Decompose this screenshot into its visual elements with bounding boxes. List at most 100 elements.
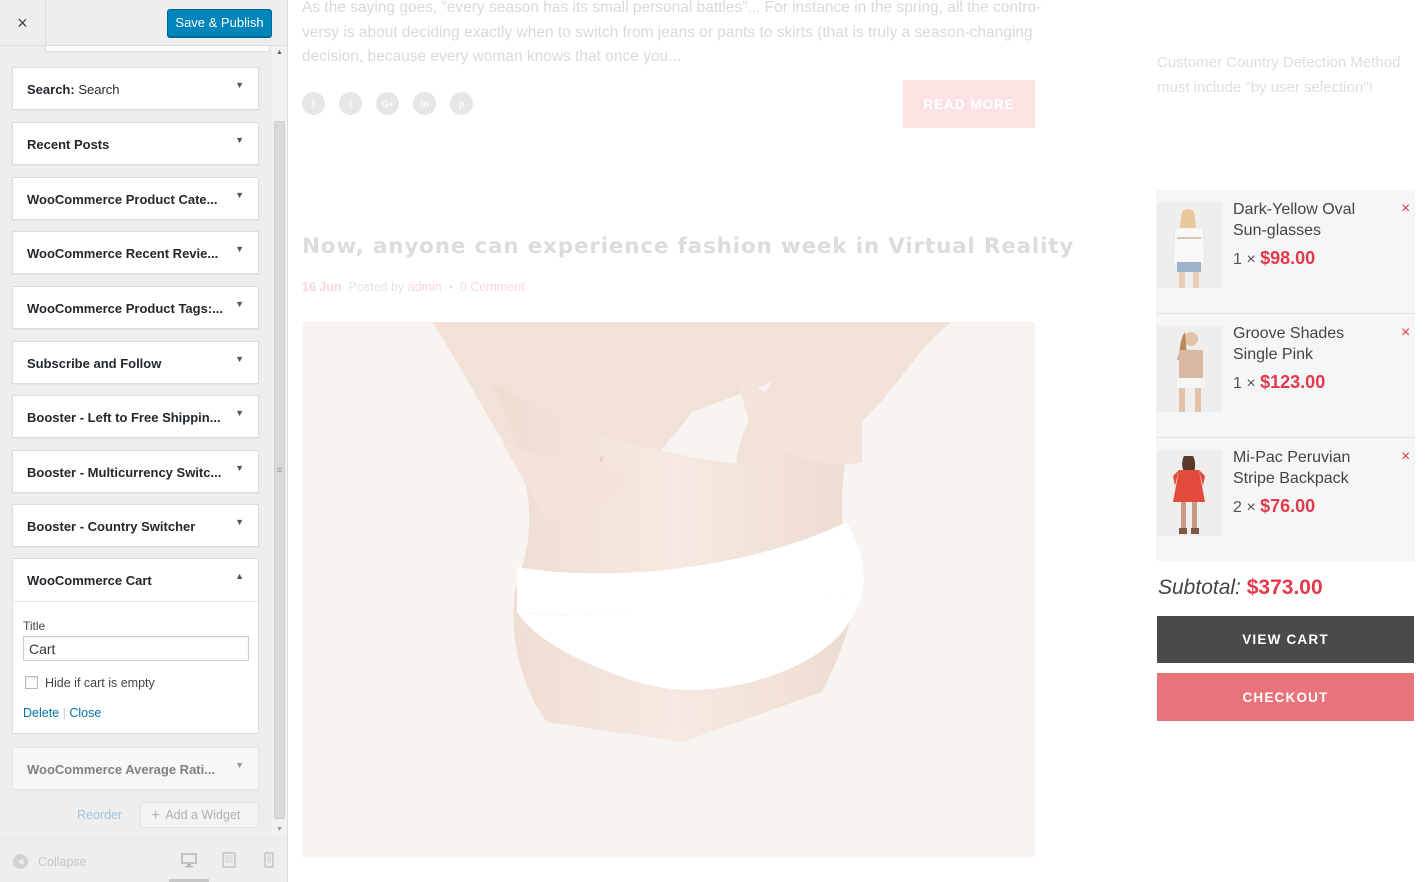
- collapse-arrow-icon: ◀: [13, 854, 28, 869]
- expand-arrow-icon[interactable]: ▼: [235, 190, 244, 200]
- product-thumbnail[interactable]: [1157, 202, 1222, 288]
- reorder-link[interactable]: Reorder: [77, 808, 122, 822]
- post-excerpt: As the saying goes, “every season has it…: [302, 0, 1042, 65]
- product-thumbnail[interactable]: [1157, 326, 1222, 412]
- facebook-icon[interactable]: f: [302, 92, 325, 115]
- product-price: $76.00: [1260, 496, 1316, 516]
- expand-arrow-icon[interactable]: ▼: [235, 135, 244, 145]
- add-widget-label: Add a Widget: [165, 808, 241, 822]
- add-widget-button[interactable]: + Add a Widget: [140, 802, 259, 828]
- widget-actions: Delete | Close: [23, 706, 101, 720]
- post-featured-image[interactable]: [302, 322, 1035, 857]
- actions-separator: |: [62, 706, 66, 720]
- product-price: $123.00: [1260, 372, 1326, 392]
- remove-item-icon[interactable]: ×: [1401, 448, 1410, 466]
- checkout-button[interactable]: CHECKOUT: [1157, 673, 1414, 721]
- widget-title: WooCommerce Average Rati...: [27, 762, 216, 777]
- close-link[interactable]: Close: [69, 706, 101, 720]
- panel-top-edge: [45, 46, 270, 52]
- widget-title: Subscribe and Follow: [27, 356, 162, 371]
- model-photo: [302, 322, 1035, 857]
- widget-product-categories[interactable]: WooCommerce Product Cate... ▼: [12, 177, 259, 220]
- expand-arrow-icon[interactable]: ▼: [235, 244, 244, 254]
- tablet-preview-icon[interactable]: [221, 852, 237, 868]
- widget-recent-posts[interactable]: Recent Posts ▼: [12, 122, 259, 165]
- widget-multicurrency[interactable]: Booster - Multicurrency Switc... ▼: [12, 450, 259, 493]
- expand-arrow-icon[interactable]: ▼: [235, 80, 244, 90]
- product-name[interactable]: Groove Shades Single Pink: [1233, 323, 1393, 365]
- widget-product-tags[interactable]: WooCommerce Product Tags:... ▼: [12, 286, 259, 329]
- hide-if-empty-label[interactable]: Hide if cart is empty: [45, 676, 155, 690]
- cart-subtotal: Subtotal: $373.00: [1158, 576, 1323, 600]
- quantity: 1 ×: [1233, 375, 1256, 392]
- pinterest-icon[interactable]: p: [450, 92, 473, 115]
- widget-title: WooCommerce Cart: [27, 573, 152, 588]
- twitter-icon[interactable]: t: [339, 92, 362, 115]
- customizer-header: × Save & Publish: [0, 0, 287, 46]
- close-icon[interactable]: ×: [0, 0, 46, 46]
- google-plus-icon[interactable]: G+: [376, 92, 399, 115]
- widget-title: Booster - Left to Free Shippin...: [27, 410, 221, 425]
- expand-arrow-icon[interactable]: ▼: [235, 408, 244, 418]
- widget-header[interactable]: WooCommerce Cart ▲: [13, 559, 258, 602]
- comments-link[interactable]: 0 Comment: [460, 280, 525, 294]
- widgets-panel: Search: Search ▼ Recent Posts ▼ WooComme…: [0, 46, 287, 836]
- read-more-button[interactable]: READ MORE: [903, 80, 1035, 128]
- cart-item: Groove Shades Single Pink 1 × $123.00 ×: [1156, 314, 1415, 438]
- product-name[interactable]: Mi-Pac Peruvian Stripe Backpack: [1233, 447, 1393, 489]
- author-link[interactable]: admin: [408, 280, 442, 294]
- product-quantity-price: 1 × $98.00: [1233, 248, 1315, 269]
- cart-item: Mi-Pac Peruvian Stripe Backpack 2 × $76.…: [1156, 438, 1415, 562]
- collapse-arrow-icon[interactable]: ▲: [235, 571, 244, 581]
- product-quantity-price: 1 × $123.00: [1233, 372, 1325, 393]
- linkedin-icon[interactable]: in: [413, 92, 436, 115]
- save-publish-button[interactable]: Save & Publish: [167, 9, 272, 37]
- product-thumbnail[interactable]: [1157, 450, 1222, 536]
- scrollbar-thumb[interactable]: ≡: [274, 121, 285, 819]
- widget-search[interactable]: Search: Search ▼: [12, 67, 259, 110]
- hide-if-empty-checkbox[interactable]: [25, 676, 38, 689]
- scroll-down-arrow-icon[interactable]: ▼: [272, 826, 287, 833]
- customizer-sidebar: × Save & Publish Search: Search ▼ Recent…: [0, 0, 288, 882]
- quantity: 2 ×: [1233, 499, 1256, 516]
- title-field-label: Title: [23, 619, 46, 633]
- remove-item-icon[interactable]: ×: [1401, 200, 1410, 218]
- widget-free-shipping[interactable]: Booster - Left to Free Shippin... ▼: [12, 395, 259, 438]
- collapse-button[interactable]: ◀ Collapse: [13, 854, 87, 869]
- product-price: $98.00: [1260, 248, 1316, 268]
- grip-icon: ≡: [276, 465, 283, 475]
- product-name[interactable]: Dark-Yellow Oval Sun-glasses: [1233, 199, 1393, 241]
- widget-title: WooCommerce Product Tags:...: [27, 301, 223, 316]
- expand-arrow-icon[interactable]: ▼: [235, 299, 244, 309]
- country-detection-notice: Customer Country Detection Method must i…: [1157, 54, 1401, 96]
- widget-average-rating[interactable]: WooCommerce Average Rati... ▼: [12, 747, 259, 790]
- widget-title: Booster - Multicurrency Switc...: [27, 465, 222, 480]
- subtotal-value: $373.00: [1246, 576, 1323, 599]
- scroll-up-arrow-icon[interactable]: ▲: [272, 49, 287, 56]
- product-quantity-price: 2 × $76.00: [1233, 496, 1315, 517]
- panel-scrollbar[interactable]: ▲ ≡ ▼: [272, 46, 287, 836]
- remove-item-icon[interactable]: ×: [1401, 324, 1410, 342]
- social-share-icons: f t G+ in p: [302, 92, 473, 115]
- desktop-preview-icon[interactable]: [181, 852, 197, 868]
- plus-icon: +: [151, 807, 161, 824]
- expand-arrow-icon[interactable]: ▼: [235, 354, 244, 364]
- product-photo: [1157, 450, 1222, 536]
- product-photo: [1157, 202, 1222, 288]
- expand-arrow-icon[interactable]: ▼: [235, 517, 244, 527]
- widget-recent-reviews[interactable]: WooCommerce Recent Revie... ▼: [12, 231, 259, 274]
- expand-arrow-icon[interactable]: ▼: [235, 463, 244, 473]
- mobile-preview-icon[interactable]: [261, 852, 277, 868]
- expand-arrow-icon[interactable]: ▼: [235, 760, 244, 770]
- view-cart-button[interactable]: VIEW CART: [1157, 616, 1414, 663]
- widget-subscribe-follow[interactable]: Subscribe and Follow ▼: [12, 341, 259, 384]
- post-title[interactable]: Now, anyone can experience fashion week …: [302, 234, 1074, 259]
- widget-title: WooCommerce Recent Revie...: [27, 246, 219, 261]
- title-input[interactable]: [23, 636, 249, 661]
- subtotal-label: Subtotal:: [1158, 576, 1241, 599]
- widget-country-switcher[interactable]: Booster - Country Switcher ▼: [12, 504, 259, 547]
- meta-bullet: •: [448, 280, 454, 294]
- delete-link[interactable]: Delete: [23, 706, 59, 720]
- widget-title: Search:: [27, 82, 75, 97]
- cart-widget: Dark-Yellow Oval Sun-glasses 1 × $98.00 …: [1156, 190, 1415, 721]
